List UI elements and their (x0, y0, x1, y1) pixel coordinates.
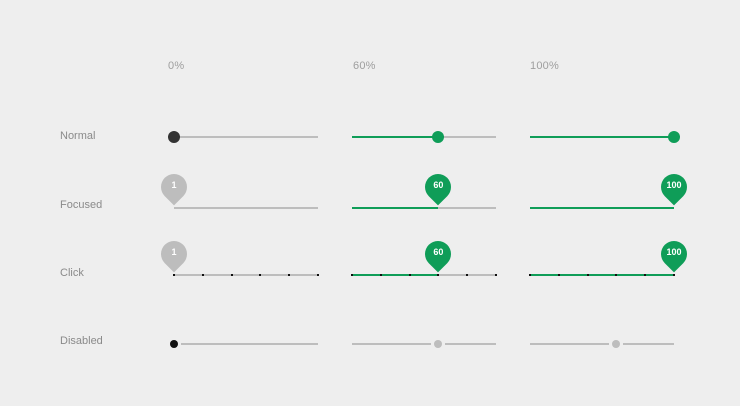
row-label-normal: Normal (60, 130, 96, 142)
value-pin-label: 60 (433, 247, 444, 257)
slider-fill (352, 207, 439, 209)
value-pin-label: 1 (171, 180, 177, 190)
slider-focused-100[interactable]: 100 (530, 168, 693, 220)
slider-track (174, 136, 318, 138)
slider-thumb[interactable] (168, 131, 180, 143)
slider-tick (317, 274, 319, 276)
slider-fill (352, 136, 439, 138)
value-pin-label: 100 (666, 180, 682, 190)
slider-tick (673, 274, 675, 276)
slider-tick (644, 274, 647, 276)
slider-fill (530, 207, 674, 209)
slider-normal-100[interactable] (530, 125, 680, 149)
slider-track (174, 274, 318, 276)
slider-tick (615, 274, 618, 276)
slider-thumb (170, 340, 178, 348)
slider-tick (437, 274, 440, 276)
slider-click-0[interactable]: 1 (155, 235, 319, 287)
slider-tick (288, 274, 291, 276)
slider-normal-0[interactable] (168, 125, 318, 149)
slider-disabled-100 (530, 332, 674, 356)
slider-tick (173, 274, 175, 276)
slider-focused-0[interactable]: 1 (155, 168, 318, 220)
slider-tick (466, 274, 469, 276)
slider-click-60[interactable]: 60 (351, 235, 497, 287)
slider-track (530, 343, 674, 345)
slider-track (174, 207, 318, 209)
slider-tick (351, 274, 353, 276)
value-pin-label: 100 (666, 247, 682, 257)
row-label-click: Click (60, 267, 84, 279)
slider-click-100[interactable]: 100 (529, 235, 693, 287)
column-header-60: 60% (353, 60, 376, 72)
slider-tick (201, 274, 204, 276)
slider-tick (586, 274, 589, 276)
slider-tick (495, 274, 497, 276)
column-header-0: 0% (168, 60, 185, 72)
slider-disabled-0 (167, 332, 318, 356)
slider-fill (530, 274, 674, 276)
value-pin-label: 60 (433, 180, 444, 190)
slider-tick (557, 274, 560, 276)
slider-tick (408, 274, 411, 276)
slider-tick (259, 274, 262, 276)
slider-fill (352, 274, 439, 276)
slider-thumb[interactable] (668, 131, 680, 143)
slider-normal-60[interactable] (352, 125, 496, 149)
slider-disabled-60 (352, 332, 496, 356)
slider-focused-60[interactable]: 60 (352, 168, 496, 220)
value-pin-label: 1 (171, 247, 177, 257)
slider-tick (529, 274, 531, 276)
slider-thumb[interactable] (432, 131, 445, 143)
slider-tick (379, 274, 382, 276)
slider-track (174, 343, 318, 345)
slider-fill (530, 136, 674, 138)
row-label-focused: Focused (60, 199, 103, 211)
slider-tick (230, 274, 233, 276)
row-label-disabled: Disabled (60, 335, 103, 347)
slider-track (352, 343, 496, 345)
column-header-100: 100% (530, 60, 559, 72)
